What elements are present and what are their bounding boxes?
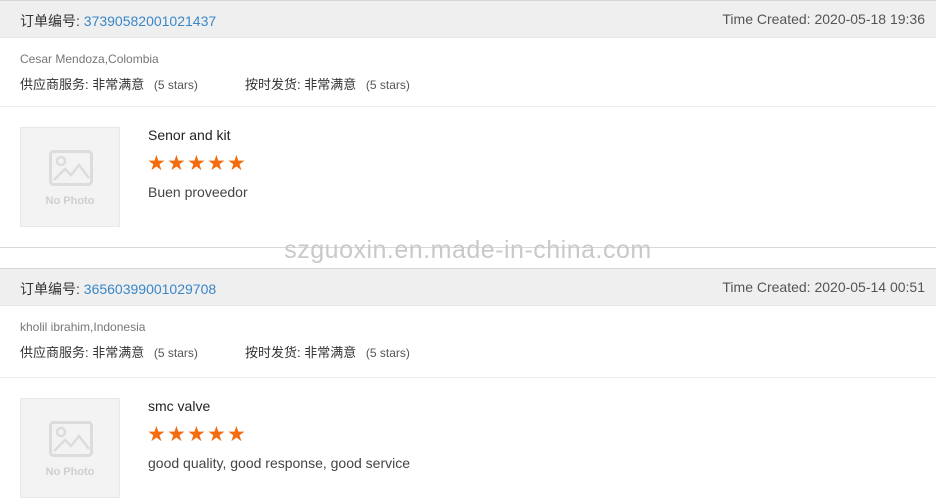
divider — [0, 106, 936, 107]
review-card: 订单编号: 37390582001021437 Time Created: 20… — [0, 0, 936, 248]
star-icon: ★ — [167, 152, 186, 175]
rating-summary: 供应商服务: 非常满意 (5 stars) 按时发货: 非常满意 (5 star… — [20, 74, 410, 93]
divider — [0, 377, 936, 378]
rating-summary: 供应商服务: 非常满意 (5 stars) 按时发货: 非常满意 (5 star… — [20, 342, 410, 361]
product-name[interactable]: Senor and kit — [148, 127, 231, 143]
star-icon: ★ — [227, 152, 246, 175]
product-photo-placeholder[interactable]: No Photo — [20, 127, 120, 227]
watermark: szguoxin.en.made-in-china.com — [284, 236, 652, 264]
order-number-link[interactable]: 37390582001021437 — [84, 13, 216, 29]
product-photo-placeholder[interactable]: No Photo — [20, 398, 120, 498]
star-icon: ★ — [187, 423, 206, 446]
buyer-info: Cesar Mendoza,Colombia — [20, 52, 159, 66]
order-number-label: 订单编号: — [20, 281, 80, 297]
star-icon: ★ — [147, 423, 166, 446]
on-time-shipping-rating: 按时发货: 非常满意 (5 stars) — [245, 345, 410, 360]
no-photo-label: No Photo — [45, 466, 95, 478]
review-comment: good quality, good response, good servic… — [148, 455, 411, 471]
time-created: Time Created: 2020-05-18 19:36 — [722, 11, 925, 27]
image-placeholder-icon — [49, 421, 93, 457]
star-rating: ★ ★ ★ ★ ★ — [147, 152, 246, 175]
order-header: 订单编号: 36560399001029708 Time Created: 20… — [0, 268, 936, 306]
star-icon: ★ — [187, 152, 206, 175]
review-card: 订单编号: 36560399001029708 Time Created: 20… — [0, 268, 936, 503]
review-comment: Buen proveedor — [148, 184, 248, 200]
star-icon: ★ — [207, 152, 226, 175]
star-icon: ★ — [227, 423, 246, 446]
star-icon: ★ — [147, 152, 166, 175]
product-name[interactable]: smc valve — [148, 398, 210, 414]
star-icon: ★ — [207, 423, 226, 446]
on-time-shipping-rating: 按时发货: 非常满意 (5 stars) — [245, 77, 410, 92]
image-placeholder-icon — [49, 150, 93, 186]
star-rating: ★ ★ ★ ★ ★ — [147, 423, 246, 446]
supplier-service-rating: 供应商服务: 非常满意 (5 stars) — [20, 345, 198, 360]
time-created: Time Created: 2020-05-14 00:51 — [722, 279, 925, 295]
order-header: 订单编号: 37390582001021437 Time Created: 20… — [0, 0, 936, 38]
supplier-service-rating: 供应商服务: 非常满意 (5 stars) — [20, 77, 198, 92]
star-icon: ★ — [167, 423, 186, 446]
order-number-label: 订单编号: — [20, 13, 80, 29]
no-photo-label: No Photo — [45, 195, 95, 207]
order-number-link[interactable]: 36560399001029708 — [84, 281, 216, 297]
buyer-info: kholil ibrahim,Indonesia — [20, 320, 146, 334]
